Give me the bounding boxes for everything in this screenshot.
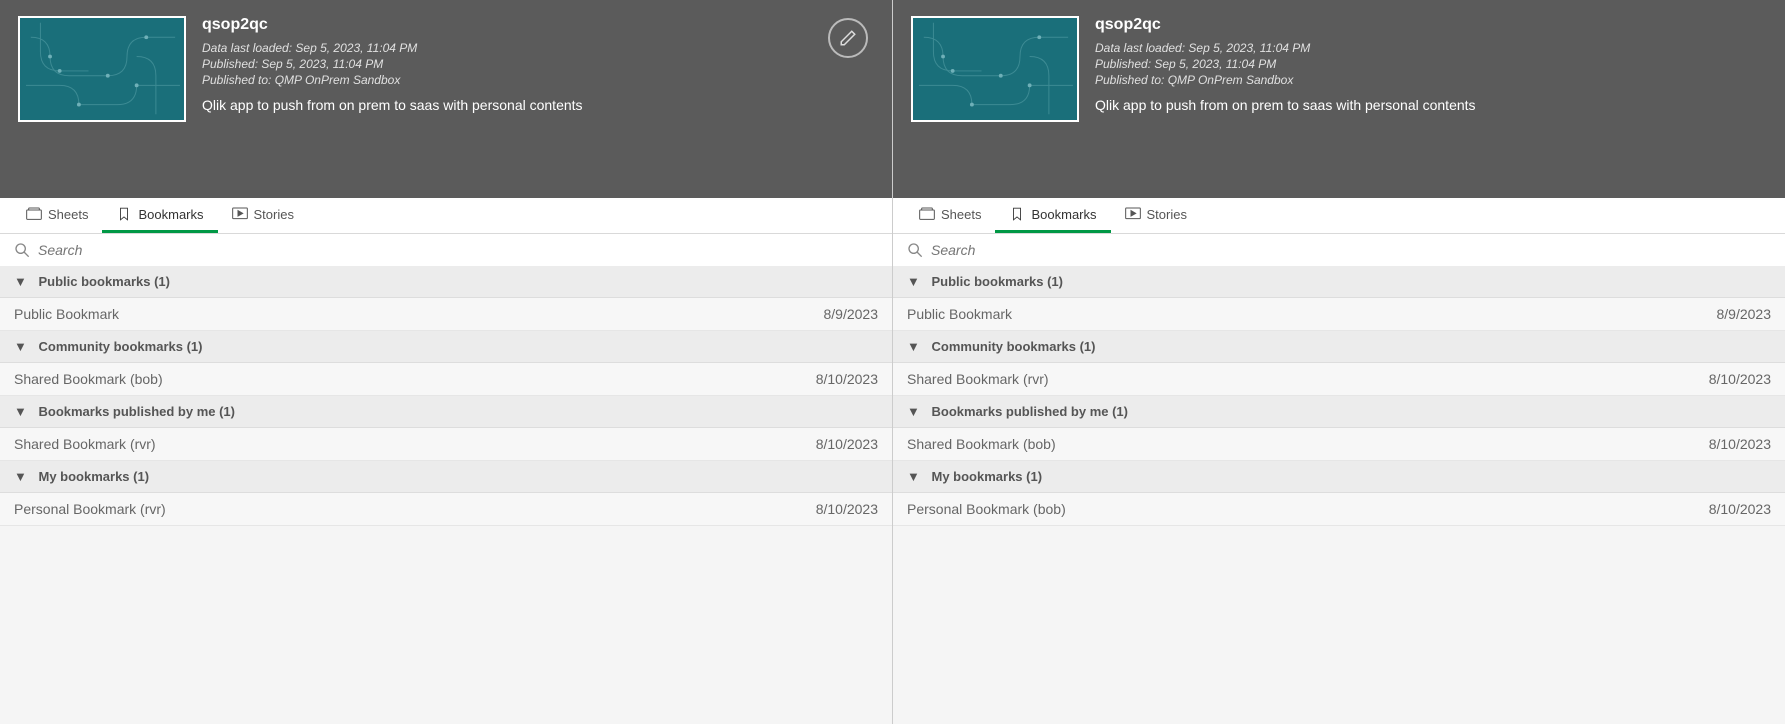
bookmark-name: Shared Bookmark (bob) xyxy=(907,436,1056,452)
bookmark-date: 8/10/2023 xyxy=(816,436,878,452)
search-row xyxy=(893,234,1785,266)
section-mine-header[interactable]: ▼ Bookmarks published by me (1) xyxy=(893,396,1785,428)
caret-down-icon: ▼ xyxy=(907,339,920,354)
panel-right: qsop2qc Data last loaded: Sep 5, 2023, 1… xyxy=(893,0,1785,724)
tab-stories-label: Stories xyxy=(254,207,294,222)
caret-down-icon: ▼ xyxy=(907,469,920,484)
tabs-bar: Sheets Bookmarks Stories xyxy=(0,198,892,234)
search-input[interactable] xyxy=(931,242,1771,258)
caret-down-icon: ▼ xyxy=(14,339,27,354)
app-thumbnail xyxy=(18,16,186,122)
data-loaded-line: Data last loaded: Sep 5, 2023, 11:04 PM xyxy=(202,40,874,56)
data-loaded-line: Data last loaded: Sep 5, 2023, 11:04 PM xyxy=(1095,40,1767,56)
section-my-label: My bookmarks (1) xyxy=(932,469,1043,484)
section-public-header[interactable]: ▼ Public bookmarks (1) xyxy=(893,266,1785,298)
bookmark-item[interactable]: Public Bookmark 8/9/2023 xyxy=(893,298,1785,331)
app-header: qsop2qc Data last loaded: Sep 5, 2023, 1… xyxy=(0,0,892,198)
bookmark-item[interactable]: Shared Bookmark (bob) 8/10/2023 xyxy=(0,363,892,396)
bookmark-item[interactable]: Shared Bookmark (rvr) 8/10/2023 xyxy=(893,363,1785,396)
search-row xyxy=(0,234,892,266)
published-to-line: Published to: QMP OnPrem Sandbox xyxy=(202,72,874,88)
bookmark-name: Personal Bookmark (rvr) xyxy=(14,501,166,517)
search-icon xyxy=(907,242,923,258)
bookmark-item[interactable]: Public Bookmark 8/9/2023 xyxy=(0,298,892,331)
bookmark-name: Public Bookmark xyxy=(14,306,119,322)
section-my-header[interactable]: ▼ My bookmarks (1) xyxy=(893,461,1785,493)
section-community-label: Community bookmarks (1) xyxy=(932,339,1096,354)
search-icon xyxy=(14,242,30,258)
bookmark-date: 8/9/2023 xyxy=(1717,306,1772,322)
search-input[interactable] xyxy=(38,242,878,258)
bookmark-icon xyxy=(1009,207,1025,221)
edit-button[interactable] xyxy=(828,18,868,58)
app-header: qsop2qc Data last loaded: Sep 5, 2023, 1… xyxy=(893,0,1785,198)
tab-sheets-label: Sheets xyxy=(48,207,88,222)
tab-stories[interactable]: Stories xyxy=(218,198,308,233)
tab-sheets[interactable]: Sheets xyxy=(12,198,102,233)
bookmark-item[interactable]: Shared Bookmark (bob) 8/10/2023 xyxy=(893,428,1785,461)
bookmark-date: 8/9/2023 xyxy=(824,306,879,322)
panel-left: qsop2qc Data last loaded: Sep 5, 2023, 1… xyxy=(0,0,893,724)
tab-sheets-label: Sheets xyxy=(941,207,981,222)
section-mine-label: Bookmarks published by me (1) xyxy=(932,404,1129,419)
bookmark-date: 8/10/2023 xyxy=(1709,436,1771,452)
tab-sheets[interactable]: Sheets xyxy=(905,198,995,233)
caret-down-icon: ▼ xyxy=(14,274,27,289)
stories-icon xyxy=(232,207,248,221)
app-info: qsop2qc Data last loaded: Sep 5, 2023, 1… xyxy=(1095,16,1767,182)
section-community-header[interactable]: ▼ Community bookmarks (1) xyxy=(0,331,892,363)
app-title: qsop2qc xyxy=(1095,16,1767,34)
stories-icon xyxy=(1125,207,1141,221)
app-title: qsop2qc xyxy=(202,16,874,34)
published-to-line: Published to: QMP OnPrem Sandbox xyxy=(1095,72,1767,88)
sheets-icon xyxy=(26,207,42,221)
section-my-header[interactable]: ▼ My bookmarks (1) xyxy=(0,461,892,493)
bookmark-item[interactable]: Personal Bookmark (bob) 8/10/2023 xyxy=(893,493,1785,526)
bookmark-date: 8/10/2023 xyxy=(816,501,878,517)
app-description: Qlik app to push from on prem to saas wi… xyxy=(202,97,874,113)
caret-down-icon: ▼ xyxy=(14,404,27,419)
section-public-header[interactable]: ▼ Public bookmarks (1) xyxy=(0,266,892,298)
caret-down-icon: ▼ xyxy=(907,404,920,419)
tab-stories[interactable]: Stories xyxy=(1111,198,1201,233)
bookmark-name: Shared Bookmark (rvr) xyxy=(907,371,1049,387)
sheets-icon xyxy=(919,207,935,221)
bookmark-date: 8/10/2023 xyxy=(816,371,878,387)
section-community-header[interactable]: ▼ Community bookmarks (1) xyxy=(893,331,1785,363)
tab-bookmarks-label: Bookmarks xyxy=(1031,207,1096,222)
section-community-label: Community bookmarks (1) xyxy=(39,339,203,354)
bookmark-name: Public Bookmark xyxy=(907,306,1012,322)
published-line: Published: Sep 5, 2023, 11:04 PM xyxy=(202,56,874,72)
caret-down-icon: ▼ xyxy=(14,469,27,484)
bookmark-item[interactable]: Shared Bookmark (rvr) 8/10/2023 xyxy=(0,428,892,461)
bookmark-date: 8/10/2023 xyxy=(1709,501,1771,517)
tab-bookmarks-label: Bookmarks xyxy=(138,207,203,222)
bookmark-icon xyxy=(116,207,132,221)
app-description: Qlik app to push from on prem to saas wi… xyxy=(1095,97,1767,113)
bookmark-date: 8/10/2023 xyxy=(1709,371,1771,387)
published-line: Published: Sep 5, 2023, 11:04 PM xyxy=(1095,56,1767,72)
tabs-bar: Sheets Bookmarks Stories xyxy=(893,198,1785,234)
section-my-label: My bookmarks (1) xyxy=(39,469,150,484)
bookmark-name: Shared Bookmark (bob) xyxy=(14,371,163,387)
section-public-label: Public bookmarks (1) xyxy=(932,274,1063,289)
bookmark-item[interactable]: Personal Bookmark (rvr) 8/10/2023 xyxy=(0,493,892,526)
caret-down-icon: ▼ xyxy=(907,274,920,289)
section-mine-header[interactable]: ▼ Bookmarks published by me (1) xyxy=(0,396,892,428)
tab-stories-label: Stories xyxy=(1147,207,1187,222)
section-mine-label: Bookmarks published by me (1) xyxy=(39,404,236,419)
bookmark-name: Personal Bookmark (bob) xyxy=(907,501,1066,517)
bookmark-name: Shared Bookmark (rvr) xyxy=(14,436,156,452)
tab-bookmarks[interactable]: Bookmarks xyxy=(102,198,217,233)
pencil-icon xyxy=(839,29,857,47)
app-thumbnail xyxy=(911,16,1079,122)
section-public-label: Public bookmarks (1) xyxy=(39,274,170,289)
app-info: qsop2qc Data last loaded: Sep 5, 2023, 1… xyxy=(202,16,874,182)
tab-bookmarks[interactable]: Bookmarks xyxy=(995,198,1110,233)
